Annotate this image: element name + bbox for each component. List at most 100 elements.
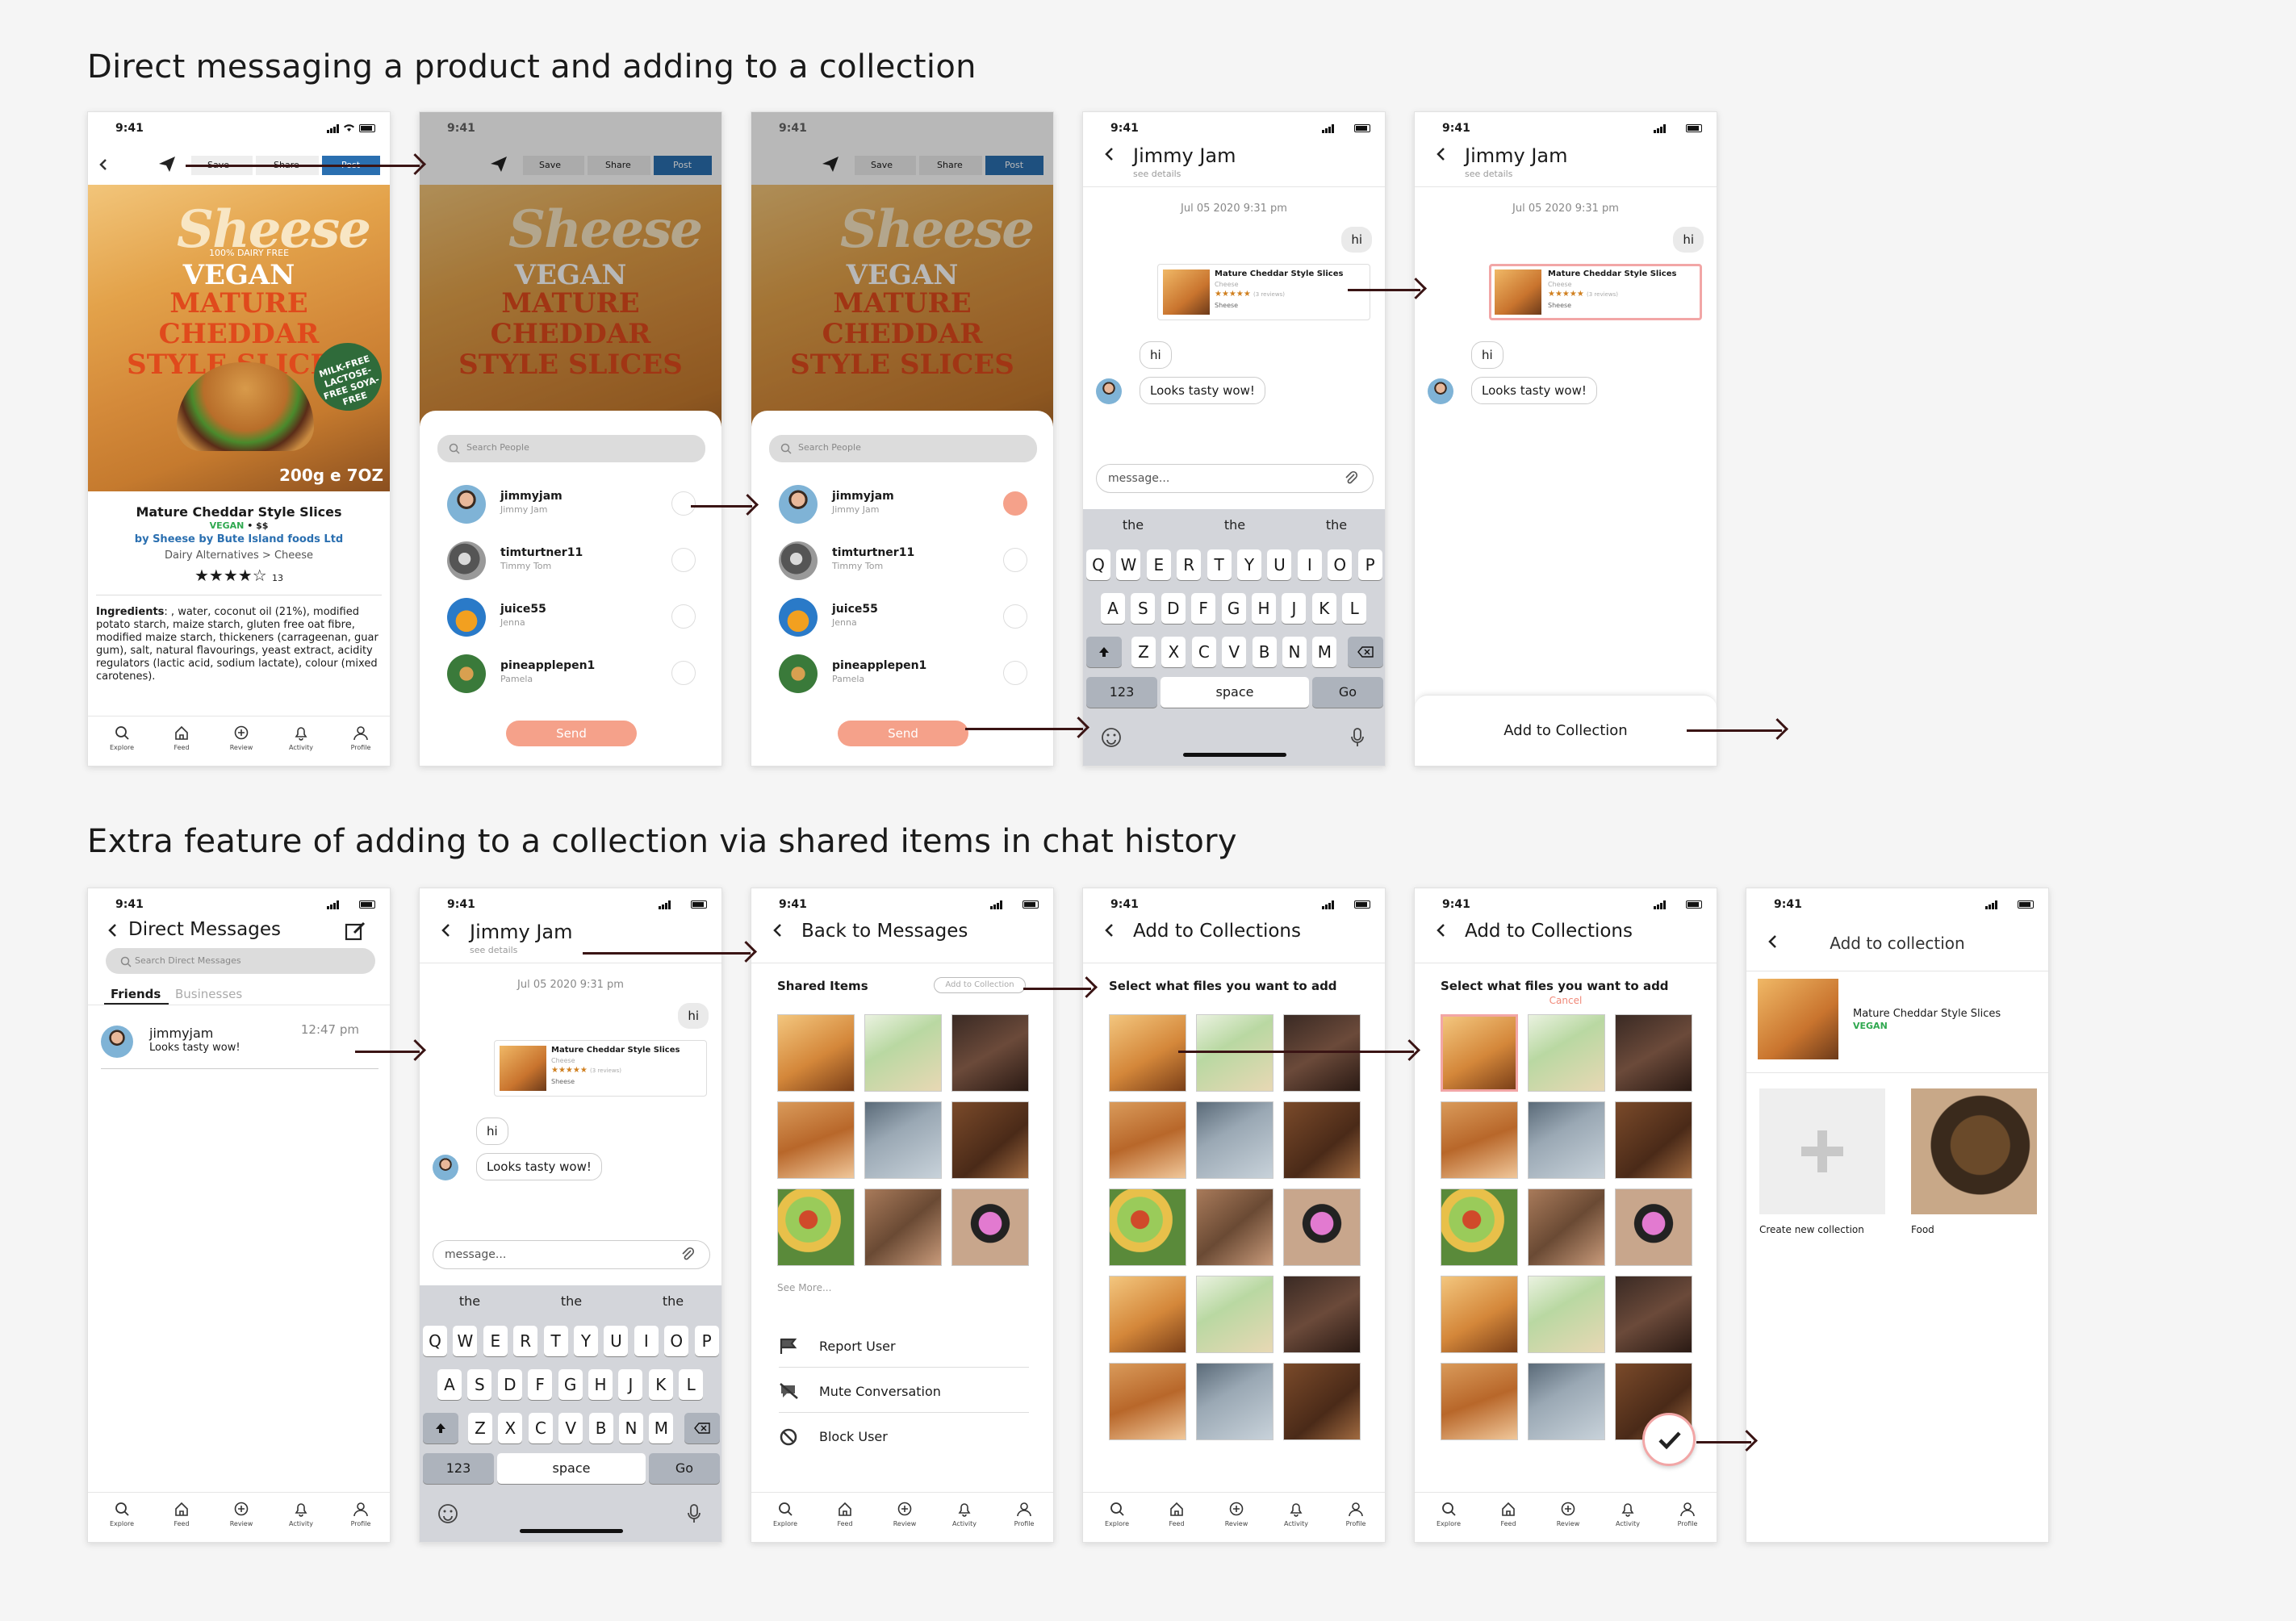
send-button[interactable]: Send — [838, 721, 968, 746]
person-row[interactable]: timturtner11 Timmy Tom — [420, 537, 721, 585]
suggestion[interactable]: the — [1286, 514, 1385, 537]
shift-key[interactable] — [423, 1413, 458, 1443]
shared-item-thumbnail[interactable] — [1109, 1276, 1186, 1353]
see-details-link[interactable]: see details — [470, 945, 517, 955]
see-details-link[interactable]: see details — [1133, 169, 1181, 179]
back-icon[interactable] — [439, 922, 454, 938]
key-i[interactable]: I — [1297, 549, 1322, 580]
key-w[interactable]: W — [453, 1326, 478, 1356]
key-g[interactable]: G — [558, 1369, 583, 1400]
nav-item-review[interactable]: Review — [217, 1501, 266, 1527]
select-radio[interactable] — [1003, 604, 1027, 629]
cancel-button[interactable]: Cancel — [1415, 995, 1717, 1006]
backspace-key[interactable] — [684, 1413, 720, 1443]
shared-item-thumbnail[interactable] — [1283, 1363, 1361, 1440]
select-radio[interactable] — [671, 661, 696, 685]
shared-product-card[interactable]: Mature Cheddar Style Slices Cheese ★★★★★… — [494, 1040, 707, 1097]
key-q[interactable]: Q — [423, 1326, 447, 1356]
nav-item-explore[interactable]: Explore — [98, 725, 146, 751]
nav-item-profile[interactable]: Profile — [1332, 1501, 1380, 1527]
nav-item-feed[interactable]: Feed — [821, 1501, 869, 1527]
key-v[interactable]: V — [1222, 637, 1247, 667]
key-w[interactable]: W — [1116, 549, 1141, 580]
shared-item-thumbnail[interactable] — [1441, 1101, 1518, 1179]
shared-item-thumbnail[interactable] — [1283, 1014, 1361, 1092]
category[interactable]: Dairy Alternatives — [165, 549, 259, 562]
shared-item-thumbnail[interactable] — [1441, 1363, 1518, 1440]
numbers-key[interactable]: 123 — [423, 1453, 494, 1484]
shared-item-thumbnail[interactable] — [1528, 1363, 1605, 1440]
select-radio[interactable] — [1003, 491, 1027, 516]
shared-item-thumbnail[interactable] — [1283, 1101, 1361, 1179]
nav-item-feed[interactable]: Feed — [157, 1501, 206, 1527]
key-q[interactable]: Q — [1086, 549, 1110, 580]
key-c[interactable]: C — [528, 1413, 553, 1443]
key-b[interactable]: B — [588, 1413, 613, 1443]
key-j[interactable]: J — [1282, 593, 1307, 624]
nav-item-feed[interactable]: Feed — [1484, 1501, 1533, 1527]
shared-item-thumbnail[interactable] — [1528, 1189, 1605, 1266]
send-button[interactable]: Send — [506, 721, 637, 746]
subcategory[interactable]: Cheese — [274, 549, 313, 562]
shared-item-thumbnail[interactable] — [864, 1189, 942, 1266]
nav-item-profile[interactable]: Profile — [337, 1501, 385, 1527]
back-icon[interactable] — [106, 922, 120, 938]
nav-item-review[interactable]: Review — [217, 725, 266, 751]
back-icon[interactable] — [1434, 922, 1449, 938]
shared-item-thumbnail[interactable] — [1109, 1189, 1186, 1266]
key-a[interactable]: A — [1101, 593, 1125, 624]
key-f[interactable]: F — [1191, 593, 1216, 624]
key-x[interactable]: X — [498, 1413, 523, 1443]
shared-item-thumbnail[interactable] — [1441, 1189, 1518, 1266]
key-v[interactable]: V — [558, 1413, 583, 1443]
shared-item-thumbnail[interactable] — [951, 1189, 1029, 1266]
key-c[interactable]: C — [1191, 637, 1216, 667]
key-x[interactable]: X — [1161, 637, 1186, 667]
key-n[interactable]: N — [619, 1413, 643, 1443]
select-radio[interactable] — [1003, 548, 1027, 572]
nav-item-explore[interactable]: Explore — [1424, 1501, 1473, 1527]
space-key[interactable]: space — [497, 1453, 646, 1484]
key-p[interactable]: P — [1357, 549, 1382, 580]
key-p[interactable]: P — [694, 1326, 719, 1356]
key-s[interactable]: S — [467, 1369, 492, 1400]
key-e[interactable]: E — [1146, 549, 1171, 580]
search-people-input[interactable]: Search People — [769, 435, 1037, 462]
shared-item-thumbnail[interactable] — [1109, 1014, 1186, 1092]
key-d[interactable]: D — [497, 1369, 522, 1400]
nav-item-feed[interactable]: Feed — [1152, 1501, 1201, 1527]
search-dm-input[interactable]: Search Direct Messages — [106, 948, 375, 974]
shared-item-thumbnail[interactable] — [1615, 1276, 1692, 1353]
suggestion[interactable]: the — [420, 1290, 520, 1313]
suggestion[interactable]: the — [623, 1290, 721, 1313]
shared-item-thumbnail[interactable] — [1196, 1276, 1273, 1353]
shared-item-thumbnail[interactable] — [1283, 1276, 1361, 1353]
nav-item-profile[interactable]: Profile — [1663, 1501, 1712, 1527]
nav-item-activity[interactable]: Activity — [940, 1501, 989, 1527]
report-user-item[interactable]: Report User — [779, 1322, 1029, 1368]
key-k[interactable]: K — [648, 1369, 673, 1400]
key-l[interactable]: L — [679, 1369, 704, 1400]
nav-item-explore[interactable]: Explore — [98, 1501, 146, 1527]
add-to-collection-button[interactable]: Add to Collection — [934, 977, 1026, 993]
send-icon[interactable] — [157, 154, 177, 173]
shared-item-thumbnail[interactable] — [1615, 1014, 1692, 1092]
person-row[interactable]: juice55 Jenna — [420, 593, 721, 641]
go-key[interactable]: Go — [1312, 677, 1383, 708]
key-d[interactable]: D — [1161, 593, 1186, 624]
nav-item-activity[interactable]: Activity — [1272, 1501, 1320, 1527]
key-e[interactable]: E — [483, 1326, 508, 1356]
key-z[interactable]: Z — [1131, 637, 1156, 667]
confirm-button[interactable] — [1642, 1413, 1696, 1466]
food-collection[interactable] — [1911, 1088, 2037, 1214]
tab-businesses[interactable]: Businesses — [175, 987, 242, 1001]
mute-conversation-item[interactable]: Mute Conversation — [779, 1368, 1029, 1413]
shared-item-thumbnail[interactable] — [1528, 1014, 1605, 1092]
shared-product-card[interactable]: Mature Cheddar Style Slices Cheese ★★★★★… — [1157, 264, 1370, 320]
message-input[interactable]: message... — [1096, 464, 1374, 493]
add-to-collection-button[interactable]: Add to Collection — [1415, 695, 1717, 766]
key-a[interactable]: A — [437, 1369, 462, 1400]
compose-icon[interactable] — [345, 921, 367, 942]
tab-friends[interactable]: Friends — [111, 987, 161, 1001]
back-icon[interactable] — [771, 922, 785, 938]
